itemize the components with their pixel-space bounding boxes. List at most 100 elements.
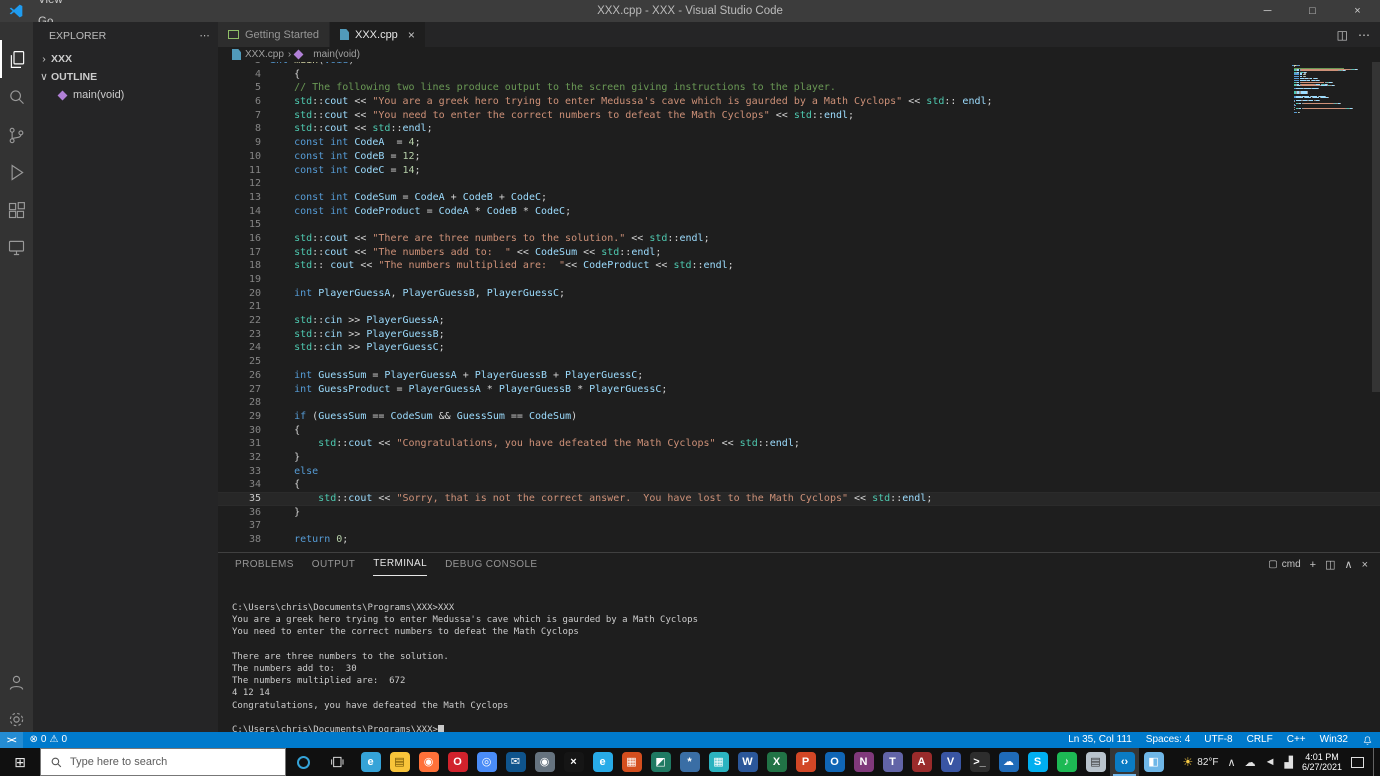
taskbar-mail-icon[interactable]: ✉ <box>501 748 530 776</box>
tray-hidden-icons-icon[interactable]: ∧ <box>1228 756 1236 769</box>
close-window-button[interactable]: × <box>1335 0 1380 22</box>
taskbar-chrome-icon[interactable]: ◎ <box>472 748 501 776</box>
code-line-33[interactable]: 33 else <box>218 465 1380 479</box>
code-line-13[interactable]: 13 const int CodeSum = CodeA + CodeB + C… <box>218 191 1380 205</box>
tab-xxx-cpp[interactable]: XXX.cpp × <box>330 22 426 47</box>
code-line-4[interactable]: 4 { <box>218 68 1380 82</box>
split-terminal-icon[interactable]: ◫ <box>1325 558 1335 571</box>
action-center-icon[interactable] <box>1351 756 1364 768</box>
remote-explorer-activity-button[interactable] <box>0 228 33 266</box>
status-win32[interactable]: Win32 <box>1313 732 1355 748</box>
code-line-8[interactable]: 8 std::cout << std::endl; <box>218 122 1380 136</box>
panel-tab-output[interactable]: OUTPUT <box>312 554 356 576</box>
minimap[interactable] <box>1292 65 1368 114</box>
code-line-17[interactable]: 17 std::cout << "The numbers add to: " <… <box>218 246 1380 260</box>
minimize-button[interactable]: ─ <box>1245 0 1290 22</box>
code-line-12[interactable]: 12 <box>218 177 1380 191</box>
status-spaces-4[interactable]: Spaces: 4 <box>1139 732 1197 748</box>
code-line-32[interactable]: 32 } <box>218 451 1380 465</box>
taskbar-search-input[interactable]: Type here to search <box>40 748 286 776</box>
code-line-20[interactable]: 20 int PlayerGuessA, PlayerGuessB, Playe… <box>218 287 1380 301</box>
taskbar-store-icon[interactable]: ▦ <box>617 748 646 776</box>
code-line-27[interactable]: 27 int GuessProduct = PlayerGuessA * Pla… <box>218 383 1380 397</box>
maximize-panel-icon[interactable]: ∧ <box>1345 558 1353 571</box>
code-line-31[interactable]: 31 std::cout << "Congratulations, you ha… <box>218 437 1380 451</box>
taskbar-notepad-icon[interactable]: ▤ <box>1081 748 1110 776</box>
taskbar-paint-icon[interactable]: ◧ <box>1139 748 1168 776</box>
terminal-shell-selector[interactable]: ▢ cmd <box>1268 559 1300 570</box>
code-line-11[interactable]: 11 const int CodeC = 14; <box>218 164 1380 178</box>
code-line-6[interactable]: 6 std::cout << "You are a greek hero try… <box>218 95 1380 109</box>
code-line-24[interactable]: 24 std::cin >> PlayerGuessC; <box>218 341 1380 355</box>
taskbar-word-icon[interactable]: W <box>733 748 762 776</box>
code-line-35[interactable]: 35 std::cout << "Sorry, that is not the … <box>218 492 1380 506</box>
taskbar-cmd-app-icon[interactable]: >_ <box>965 748 994 776</box>
editor-more-actions-icon[interactable]: ⋯ <box>1358 28 1370 42</box>
taskbar-powerpoint-icon[interactable]: P <box>791 748 820 776</box>
status-ln-35-col-111[interactable]: Ln 35, Col 111 <box>1061 732 1139 748</box>
taskbar-settings-app-icon[interactable]: * <box>675 748 704 776</box>
taskbar-internet-explorer-icon[interactable]: e <box>588 748 617 776</box>
search-activity-button[interactable] <box>0 78 33 116</box>
taskbar-calculator-icon[interactable]: ▦ <box>704 748 733 776</box>
code-line-5[interactable]: 5 // The following two lines produce out… <box>218 81 1380 95</box>
taskbar-onedrive-app-icon[interactable]: ☁ <box>994 748 1023 776</box>
task-view-button[interactable] <box>320 748 354 776</box>
code-line-34[interactable]: 34 { <box>218 478 1380 492</box>
taskbar-photos-icon[interactable]: ◩ <box>646 748 675 776</box>
code-line-15[interactable]: 15 <box>218 218 1380 232</box>
tray-network-icon[interactable]: ▟ <box>1284 756 1292 769</box>
taskbar-x-app-icon[interactable]: × <box>559 748 588 776</box>
terminal-output[interactable]: C:\Users\chris\Documents\Programs\XXX>XX… <box>218 576 1380 754</box>
taskbar-edge-icon[interactable]: e <box>356 748 385 776</box>
breadcrumb-symbol[interactable]: main(void) <box>313 49 360 60</box>
notifications-bell-button[interactable] <box>1355 735 1380 746</box>
explorer-activity-button[interactable] <box>0 40 33 78</box>
start-button[interactable]: ⊞ <box>0 748 40 776</box>
tray-volume-icon[interactable]: ◄ <box>1265 756 1276 768</box>
status-crlf[interactable]: CRLF <box>1240 732 1280 748</box>
code-line-30[interactable]: 30 { <box>218 424 1380 438</box>
code-line-36[interactable]: 36 } <box>218 506 1380 520</box>
weather-widget[interactable]: ☀ 82°F <box>1183 755 1219 769</box>
code-line-23[interactable]: 23 std::cin >> PlayerGuessB; <box>218 328 1380 342</box>
taskbar-outlook-icon[interactable]: O <box>820 748 849 776</box>
taskbar-visio-icon[interactable]: V <box>936 748 965 776</box>
cortana-button[interactable] <box>286 748 320 776</box>
outline-section[interactable]: ∨ OUTLINE <box>33 68 218 86</box>
code-line-28[interactable]: 28 <box>218 396 1380 410</box>
source-control-activity-button[interactable] <box>0 116 33 154</box>
taskbar-vscode-icon[interactable]: ‹› <box>1110 748 1139 776</box>
new-terminal-icon[interactable]: + <box>1310 559 1316 571</box>
code-line-25[interactable]: 25 <box>218 355 1380 369</box>
taskbar-skype-icon[interactable]: S <box>1023 748 1052 776</box>
taskbar-onenote-icon[interactable]: N <box>849 748 878 776</box>
taskbar-file-explorer-icon[interactable]: ▤ <box>385 748 414 776</box>
code-line-22[interactable]: 22 std::cin >> PlayerGuessA; <box>218 314 1380 328</box>
code-line-19[interactable]: 19 <box>218 273 1380 287</box>
maximize-button[interactable]: □ <box>1290 0 1335 22</box>
show-desktop-button[interactable] <box>1373 748 1378 776</box>
tab-getting-started[interactable]: Getting Started <box>218 22 330 47</box>
code-line-9[interactable]: 9 const int CodeA = 4; <box>218 136 1380 150</box>
menu-view[interactable]: View <box>30 0 93 11</box>
taskbar-steam-icon[interactable]: ◉ <box>530 748 559 776</box>
taskbar-spotify-icon[interactable]: ♪ <box>1052 748 1081 776</box>
code-line-37[interactable]: 37 <box>218 519 1380 533</box>
code-editor[interactable]: 3int main(void)4 {5 // The following two… <box>218 62 1380 552</box>
extensions-activity-button[interactable] <box>0 191 33 229</box>
code-line-18[interactable]: 18 std:: cout << "The numbers multiplied… <box>218 259 1380 273</box>
code-line-38[interactable]: 38 return 0; <box>218 533 1380 547</box>
taskbar-clock[interactable]: 4:01 PM 6/27/2021 <box>1302 752 1342 773</box>
account-button[interactable] <box>0 663 33 701</box>
code-line-7[interactable]: 7 std::cout << "You need to enter the co… <box>218 109 1380 123</box>
editor-scrollbar[interactable] <box>1372 62 1380 392</box>
taskbar-excel-icon[interactable]: X <box>762 748 791 776</box>
tray-onedrive-icon[interactable]: ☁ <box>1245 756 1256 769</box>
explorer-section-xxx[interactable]: › XXX <box>33 50 218 68</box>
status-c++[interactable]: C++ <box>1280 732 1313 748</box>
status-utf-8[interactable]: UTF-8 <box>1197 732 1239 748</box>
remote-indicator[interactable]: >< <box>0 732 23 748</box>
taskbar-opera-icon[interactable]: O <box>443 748 472 776</box>
panel-tab-debug-console[interactable]: DEBUG CONSOLE <box>445 554 537 576</box>
